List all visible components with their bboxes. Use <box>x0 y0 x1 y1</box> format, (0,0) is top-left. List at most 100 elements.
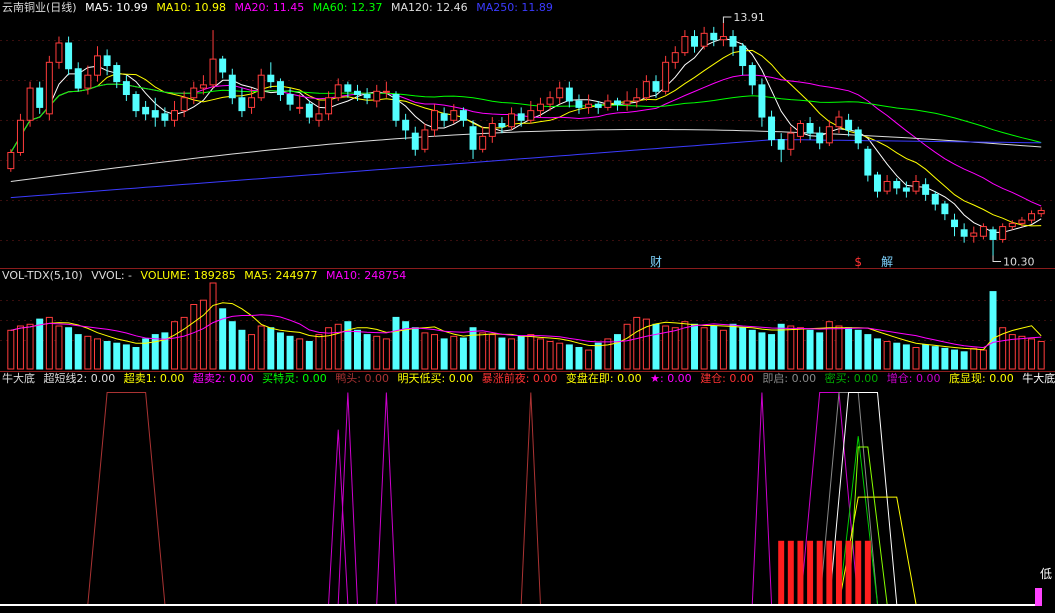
candle[interactable] <box>527 110 535 121</box>
volume-bar[interactable] <box>238 329 246 370</box>
volume-bar[interactable] <box>604 338 612 370</box>
volume-bar[interactable] <box>671 327 679 370</box>
volume-bar[interactable] <box>816 332 824 370</box>
candle[interactable] <box>382 90 390 93</box>
candle[interactable] <box>74 68 82 89</box>
candle[interactable] <box>36 87 44 108</box>
volume-bar[interactable] <box>334 323 342 370</box>
volume-bar[interactable] <box>970 347 978 370</box>
volume-bar[interactable] <box>84 335 92 370</box>
volume-bar[interactable] <box>719 329 727 370</box>
candle[interactable] <box>459 110 467 121</box>
volume-bar[interactable] <box>806 329 814 370</box>
candle[interactable] <box>575 100 583 108</box>
candle[interactable] <box>642 81 650 99</box>
candle[interactable] <box>440 113 448 121</box>
candle[interactable] <box>248 97 256 108</box>
candle[interactable] <box>864 148 872 176</box>
volume-bar[interactable] <box>199 299 207 370</box>
candle[interactable] <box>787 132 795 150</box>
candle[interactable] <box>604 100 612 108</box>
volume-bar[interactable] <box>286 335 294 370</box>
volume-bar[interactable] <box>382 338 390 370</box>
candle[interactable] <box>450 110 458 121</box>
candle[interactable] <box>883 180 891 192</box>
volume-bar[interactable] <box>758 332 766 370</box>
volume-bar[interactable] <box>421 332 429 370</box>
volume-bar[interactable] <box>16 325 24 370</box>
volume-bar[interactable] <box>700 327 708 370</box>
volume-bar[interactable] <box>363 334 371 370</box>
volume-bar[interactable] <box>517 335 525 370</box>
volume-bar[interactable] <box>768 334 776 370</box>
volume-bar[interactable] <box>103 340 111 370</box>
candle[interactable] <box>989 229 997 240</box>
stock-chart-window[interactable]: 13.91 10.30 财 $ 解低 云南铜业(日线) MA5: 10.99 MA10:… <box>0 0 1055 609</box>
candle[interactable] <box>180 97 188 112</box>
candle[interactable] <box>190 87 198 99</box>
candle[interactable] <box>93 55 101 76</box>
candle[interactable] <box>912 180 920 192</box>
candle[interactable] <box>286 94 294 105</box>
candle[interactable] <box>65 42 73 70</box>
candle[interactable] <box>16 119 24 153</box>
candle[interactable] <box>276 81 284 96</box>
candle[interactable] <box>585 103 593 108</box>
volume-bar[interactable] <box>440 338 448 370</box>
candle[interactable] <box>1037 209 1045 215</box>
candle[interactable] <box>209 58 217 86</box>
volume-bar[interactable] <box>257 325 265 370</box>
volume-bar[interactable] <box>912 347 920 370</box>
candle[interactable] <box>402 119 410 131</box>
volume-bar[interactable] <box>1037 340 1045 370</box>
candle[interactable] <box>613 100 621 105</box>
volume-bar[interactable] <box>796 327 804 370</box>
volume-bar[interactable] <box>180 316 188 370</box>
candle[interactable] <box>594 103 602 108</box>
candle[interactable] <box>536 103 544 112</box>
candle[interactable] <box>758 84 766 118</box>
volume-bar[interactable] <box>113 342 121 370</box>
volume-bar[interactable] <box>845 327 853 370</box>
candle[interactable] <box>334 84 342 99</box>
candle[interactable] <box>103 55 111 67</box>
candle[interactable] <box>238 97 246 112</box>
candle[interactable] <box>623 100 631 105</box>
volume-bar[interactable] <box>267 327 275 370</box>
candle[interactable] <box>893 180 901 189</box>
volume-bar[interactable] <box>585 349 593 370</box>
candle[interactable] <box>729 36 737 47</box>
candle[interactable] <box>1018 219 1026 224</box>
volume-bar[interactable] <box>777 323 785 370</box>
volume-bar[interactable] <box>171 321 179 370</box>
candle[interactable] <box>267 74 275 83</box>
candle[interactable] <box>373 90 381 102</box>
candle[interactable] <box>517 113 525 121</box>
candle[interactable] <box>700 32 708 47</box>
candle[interactable] <box>305 103 313 118</box>
candle[interactable] <box>941 203 949 215</box>
volume-bar[interactable] <box>469 327 477 370</box>
volume-bar[interactable] <box>392 316 400 370</box>
candle[interactable] <box>55 42 63 63</box>
candle[interactable] <box>873 174 881 192</box>
volume-bar[interactable] <box>508 338 516 370</box>
candle[interactable] <box>931 193 939 205</box>
volume-bar[interactable] <box>498 337 506 370</box>
volume-bar[interactable] <box>575 347 583 370</box>
candle[interactable] <box>922 184 930 195</box>
volume-bar[interactable] <box>228 321 236 370</box>
volume-bar[interactable] <box>7 329 15 370</box>
volume-bar[interactable] <box>122 344 130 370</box>
volume-bar[interactable] <box>873 338 881 370</box>
candle[interactable] <box>84 74 92 89</box>
volume-bar[interactable] <box>305 340 313 370</box>
candle[interactable] <box>835 116 843 128</box>
volume-bar[interactable] <box>556 342 564 370</box>
volume-bar[interactable] <box>623 323 631 370</box>
candle[interactable] <box>999 226 1007 240</box>
volume-bar[interactable] <box>190 304 198 370</box>
candle[interactable] <box>392 94 400 121</box>
candle[interactable] <box>979 226 987 237</box>
volume-bar[interactable] <box>209 282 217 370</box>
